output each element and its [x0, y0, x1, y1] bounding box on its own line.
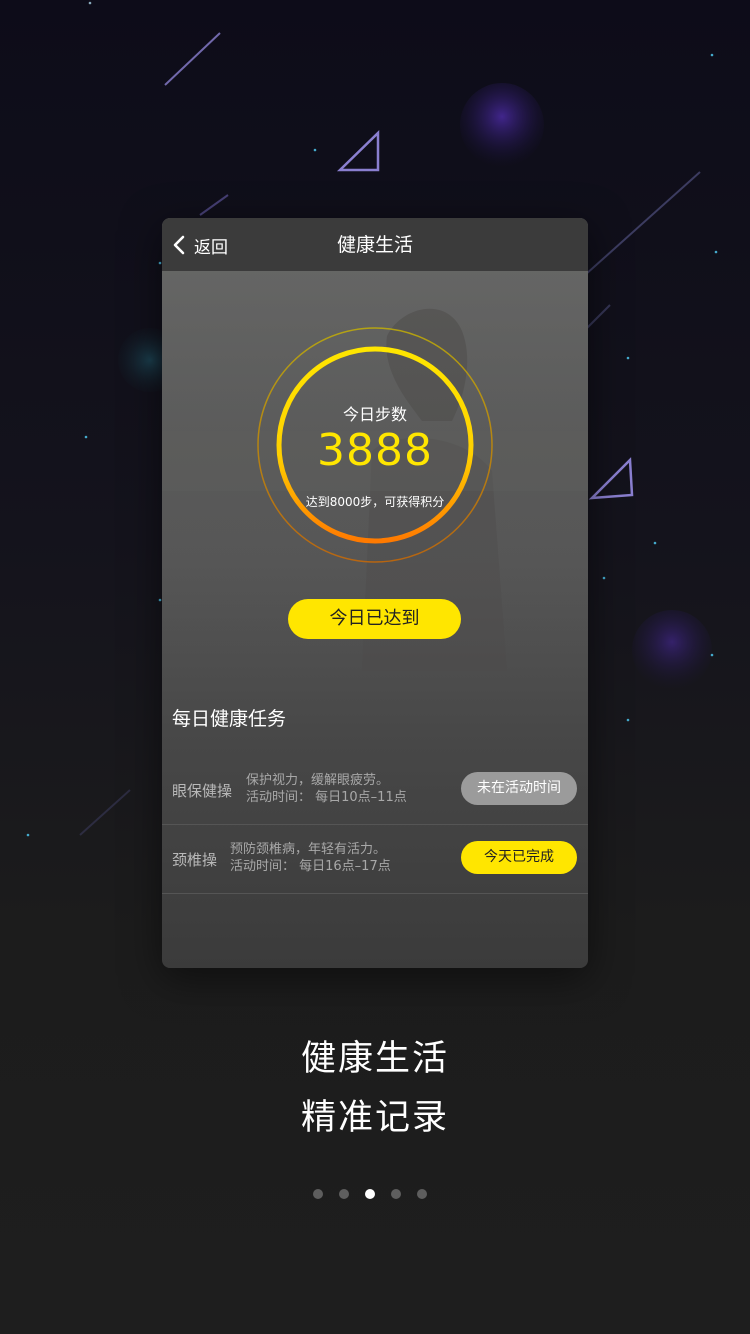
planet-decoration: [460, 83, 544, 167]
app-preview-card: 健康生活 返回 今日步数 3888 达到8000步，可获得积分 今日已达到 每日…: [162, 218, 588, 968]
not-in-time-button[interactable]: 未在活动时间: [461, 772, 577, 805]
step-counter-ring: 今日步数 3888 达到8000步，可获得积分: [255, 325, 495, 565]
steps-value: 3888: [317, 425, 433, 476]
task-time-line: 活动时间： 每日10点–11点: [246, 790, 407, 805]
page-dot[interactable]: [417, 1189, 427, 1199]
page-dot-active[interactable]: [365, 1189, 375, 1199]
task-time-line: 活动时间： 每日16点–17点: [230, 859, 391, 874]
planet-decoration: [632, 610, 712, 690]
triangle-decoration: [336, 130, 380, 172]
completed-today-button[interactable]: 今天已完成: [461, 841, 577, 874]
app-header: 健康生活 返回: [162, 218, 588, 271]
task-row-neck-exercise: 颈椎操 预防颈椎病，年轻有活力。 活动时间： 每日16点–17点 今天已完成: [162, 825, 588, 894]
page-dot[interactable]: [339, 1189, 349, 1199]
slogan-line-2: 精准记录: [300, 1098, 449, 1138]
steps-hint: 达到8000步，可获得积分: [305, 495, 445, 509]
daily-tasks-title: 每日健康任务: [172, 708, 287, 730]
task-desc-line: 预防颈椎病，年轻有活力。: [230, 842, 387, 857]
page-dot[interactable]: [391, 1189, 401, 1199]
task-description: 保护视力，缓解眼疲劳。 活动时间： 每日10点–11点: [246, 772, 407, 806]
task-desc-line: 保护视力，缓解眼疲劳。: [246, 773, 390, 788]
steps-label: 今日步数: [342, 405, 407, 424]
back-button[interactable]: 返回: [172, 230, 228, 260]
chevron-left-icon: [173, 235, 185, 255]
back-label: 返回: [194, 237, 228, 258]
task-description: 预防颈椎病，年轻有活力。 活动时间： 每日16点–17点: [230, 841, 391, 875]
page-dot[interactable]: [313, 1189, 323, 1199]
page-indicator: [313, 1189, 437, 1201]
triangle-decoration: [588, 457, 634, 500]
task-name: 眼保健操: [172, 782, 233, 800]
reached-today-button[interactable]: 今日已达到: [288, 599, 461, 639]
slogan-line-1: 健康生活: [300, 1039, 449, 1079]
task-row-eye-exercise: 眼保健操 保护视力，缓解眼疲劳。 活动时间： 每日10点–11点 未在活动时间: [162, 756, 588, 825]
task-name: 颈椎操: [172, 851, 218, 869]
